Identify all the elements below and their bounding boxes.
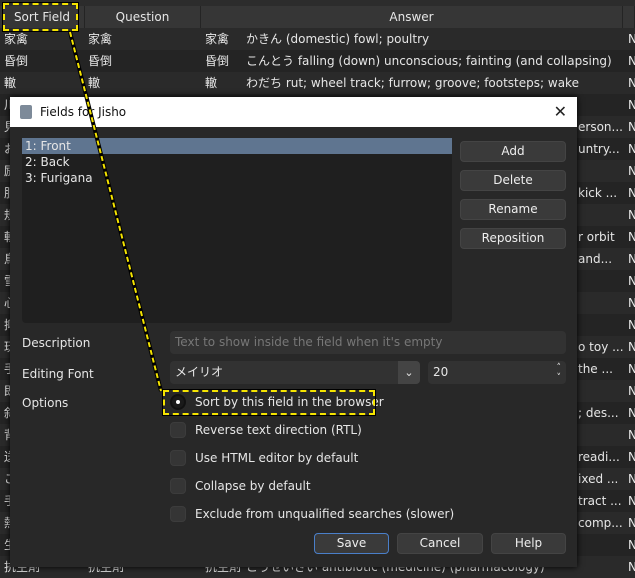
highlight-sort-option: [162, 389, 376, 416]
connector-line: [68, 31, 163, 392]
